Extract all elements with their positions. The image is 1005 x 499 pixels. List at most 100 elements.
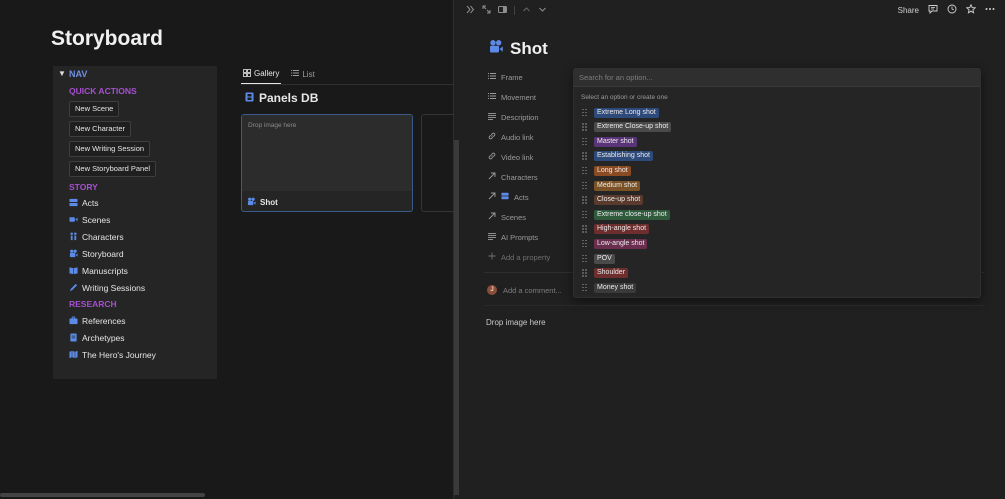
nav-link-label: Characters: [82, 231, 124, 242]
tab-gallery[interactable]: Gallery: [241, 64, 282, 84]
nav-toggle-icon[interactable]: ▼: [58, 69, 66, 78]
card-footer: Shot: [247, 197, 278, 208]
gallery-card[interactable]: Drop image here Shot: [241, 114, 413, 212]
nav-link-storyboard[interactable]: Storyboard: [69, 247, 124, 260]
acts-icon: [69, 198, 78, 207]
nav-link-writing-sessions[interactable]: Writing Sessions: [69, 281, 145, 294]
property-frame[interactable]: Frame: [488, 70, 523, 84]
property-label: Acts: [514, 192, 529, 202]
nav-link-manuscripts[interactable]: Manuscripts: [69, 264, 128, 277]
option-item[interactable]: Low-angle shot: [582, 238, 648, 249]
property-video-link[interactable]: Video link: [488, 150, 533, 164]
option-item[interactable]: Close-up shot: [582, 195, 644, 206]
drag-handle-icon[interactable]: [582, 269, 587, 277]
option-item[interactable]: Money shot: [582, 282, 637, 293]
option-item[interactable]: Shoulder: [582, 268, 629, 279]
link-icon: [488, 132, 496, 142]
quick-actions-heading: QUICK ACTIONS: [69, 86, 137, 96]
record-title[interactable]: Shot: [488, 39, 548, 59]
option-item[interactable]: Long shot: [582, 165, 631, 176]
property-ai-prompts[interactable]: AI Prompts: [488, 230, 538, 244]
option-search-input[interactable]: [574, 69, 980, 87]
tab-gallery-label: Gallery: [254, 69, 280, 78]
drag-handle-icon[interactable]: [582, 210, 587, 219]
nav-panel: ▼ NAV QUICK ACTIONS New Scene New Charac…: [53, 66, 217, 379]
comment-row[interactable]: J Add a comment...: [487, 285, 562, 295]
expand-icon[interactable]: [482, 5, 491, 16]
toolbar-separator: [514, 6, 515, 15]
new-character-button[interactable]: New Character: [69, 121, 132, 137]
film-camera-icon[interactable]: [488, 39, 504, 59]
drag-handle-icon[interactable]: [582, 283, 587, 292]
property-movement[interactable]: Movement: [488, 90, 536, 104]
option-item[interactable]: POV: [582, 253, 615, 264]
drag-handle-icon[interactable]: [582, 196, 587, 204]
option-item[interactable]: High-angle shot: [582, 224, 650, 235]
drag-handle-icon[interactable]: [582, 166, 587, 175]
option-item[interactable]: Extreme close-up shot: [582, 209, 670, 220]
peek-mode-icon[interactable]: [498, 5, 507, 16]
nav-link-characters[interactable]: Characters: [69, 230, 124, 243]
more-options-icon[interactable]: [985, 4, 995, 16]
peek-toolbar: [466, 5, 547, 16]
property-description[interactable]: Description: [488, 110, 539, 124]
drag-handle-icon[interactable]: [582, 225, 587, 233]
horizontal-scrollbar[interactable]: [0, 493, 205, 497]
property-audio-link[interactable]: Audio link: [488, 130, 534, 144]
list-lines-icon: [488, 92, 496, 102]
property-label: Audio link: [501, 132, 534, 142]
nav-link-heros-journey[interactable]: The Hero's Journey: [69, 348, 156, 361]
property-label: AI Prompts: [501, 232, 539, 242]
drop-image-area[interactable]: Drop image here: [486, 318, 546, 327]
new-storyboard-panel-button[interactable]: New Storyboard Panel: [69, 161, 157, 177]
database-title[interactable]: Panels DB: [245, 91, 318, 105]
option-tag: Low-angle shot: [594, 238, 648, 249]
tab-list[interactable]: List: [289, 64, 316, 84]
nav-link-references[interactable]: References: [69, 314, 125, 327]
people-icon: [69, 232, 78, 241]
drag-handle-icon[interactable]: [582, 123, 587, 131]
property-characters[interactable]: Characters: [488, 170, 538, 184]
database-title-text: Panels DB: [259, 91, 319, 105]
nav-link-label: Manuscripts: [82, 265, 128, 276]
new-scene-button[interactable]: New Scene: [69, 101, 120, 117]
add-property-button[interactable]: Add a property: [488, 250, 550, 264]
nav-link-archetypes[interactable]: Archetypes: [69, 331, 125, 344]
property-label: Video link: [501, 152, 534, 162]
vertical-scrollbar[interactable]: [454, 140, 459, 495]
chevron-up-icon[interactable]: [522, 5, 531, 16]
nav-link-acts[interactable]: Acts: [69, 196, 99, 209]
option-item[interactable]: Medium shot: [582, 180, 641, 191]
option-item[interactable]: Establishing shot: [582, 151, 653, 162]
share-button[interactable]: Share: [898, 6, 919, 15]
drag-handle-icon[interactable]: [582, 254, 587, 263]
close-peek-icon[interactable]: [466, 5, 475, 16]
drag-handle-icon[interactable]: [582, 239, 587, 248]
nav-link-scenes[interactable]: Scenes: [69, 213, 110, 226]
nav-link-label: Acts: [82, 197, 99, 208]
nav-link-label: Writing Sessions: [82, 282, 146, 293]
comment-icon[interactable]: [928, 4, 938, 16]
option-tag: POV: [594, 253, 615, 264]
drag-handle-icon[interactable]: [582, 108, 587, 117]
property-acts[interactable]: Acts: [488, 190, 529, 204]
star-icon[interactable]: [965, 3, 977, 16]
nav-heading[interactable]: NAV: [69, 69, 87, 79]
tabs-divider: [241, 84, 458, 85]
relation-arrow-icon: [488, 212, 496, 222]
video-camera-icon: [69, 215, 78, 224]
option-item[interactable]: Extreme Close-up shot: [582, 122, 672, 133]
comment-input[interactable]: Add a comment...: [503, 286, 562, 295]
nav-link-label: Scenes: [82, 214, 111, 225]
chevron-down-icon[interactable]: [538, 5, 547, 16]
new-writing-session-button[interactable]: New Writing Session: [69, 141, 151, 157]
drag-handle-icon[interactable]: [582, 137, 587, 146]
drag-handle-icon[interactable]: [582, 181, 587, 190]
acts-icon: [501, 192, 509, 202]
option-item[interactable]: Extreme Long shot: [582, 107, 659, 118]
property-scenes[interactable]: Scenes: [488, 210, 526, 224]
drag-handle-icon[interactable]: [582, 152, 587, 160]
option-item[interactable]: Master shot: [582, 136, 637, 147]
option-tag: Establishing shot: [594, 151, 653, 162]
history-icon[interactable]: [947, 4, 957, 16]
